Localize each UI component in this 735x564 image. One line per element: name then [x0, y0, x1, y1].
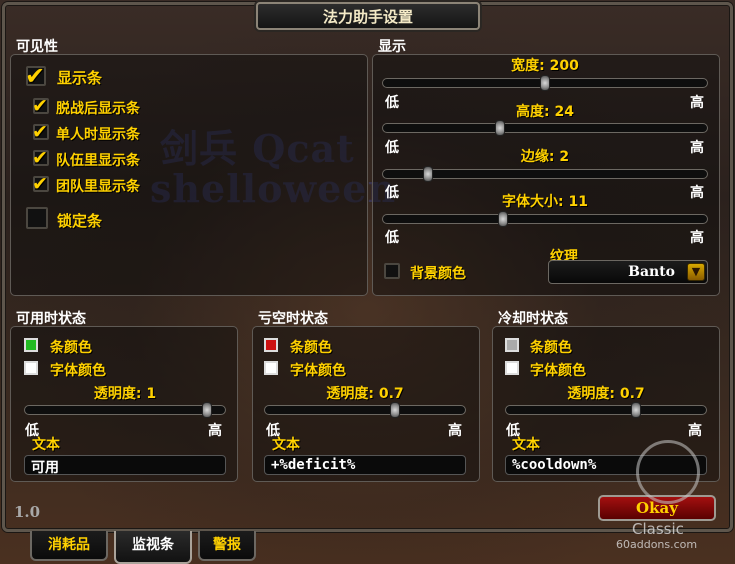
width-slider-label: 宽度: 200	[511, 58, 579, 74]
cooldown-bar-color-label: 条颜色	[530, 340, 572, 356]
party-label: 队伍里显示条	[56, 153, 140, 169]
font-size-slider-thumb[interactable]	[497, 211, 508, 227]
ready-bar-color-label: 条颜色	[50, 340, 92, 356]
logo-text-line-2: 60addons.com	[616, 538, 698, 551]
font-size-slider[interactable]	[382, 211, 708, 227]
width-slider[interactable]	[382, 75, 708, 91]
window-title: 法力助手设置	[256, 2, 480, 30]
deficit-alpha-slider-thumb[interactable]	[390, 402, 400, 418]
ready-state-header: 可用时状态	[16, 311, 86, 327]
deficit-alpha-slider[interactable]	[264, 402, 466, 418]
border-slider-thumb[interactable]	[423, 166, 434, 182]
ready-alpha-label: 透明度: 1	[93, 386, 157, 402]
cooldown-font-color-swatch[interactable]	[505, 361, 519, 375]
ready-alpha-slider-thumb[interactable]	[202, 402, 212, 418]
logo-emblem-icon	[636, 440, 700, 504]
cooldown-high-label: 高	[688, 423, 702, 439]
font-size-high-label: 高	[690, 230, 704, 246]
cooldown-state-header: 冷却时状态	[498, 311, 568, 327]
font-size-low-label: 低	[385, 230, 399, 246]
bg-color-label: 背景颜色	[410, 266, 466, 282]
texture-dropdown-value: Banto	[628, 264, 675, 280]
lock-label: 锁定条	[57, 212, 103, 230]
deficit-state-header: 亏空时状态	[258, 311, 328, 327]
cooldown-alpha-label: 透明度: 0.7	[567, 386, 645, 402]
ready-text-input[interactable]: 可用	[24, 455, 226, 476]
solo-label: 单人时显示条	[56, 127, 140, 143]
ready-font-color-swatch[interactable]	[24, 361, 38, 375]
show-bar-label: 显示条	[57, 69, 103, 87]
deficit-text-input[interactable]: +%deficit%	[264, 455, 466, 475]
deficit-font-color-swatch[interactable]	[264, 361, 278, 375]
lock-checkbox[interactable]	[26, 207, 48, 229]
raid-checkmark-icon: ✔	[32, 173, 48, 195]
ready-alpha-slider[interactable]	[24, 402, 226, 418]
visibility-panel	[10, 54, 368, 296]
cooldown-alpha-slider[interactable]	[505, 402, 707, 418]
solo-checkmark-icon: ✔	[32, 121, 48, 143]
site-logo: Classic 60addons.com	[614, 440, 724, 556]
display-header: 显示	[378, 39, 406, 55]
cooldown-text-label: 文本	[512, 437, 540, 453]
cooldown-bar-color-swatch[interactable]	[505, 338, 519, 352]
tab-alerts[interactable]: 警报	[198, 531, 256, 561]
version-label: 1.0	[14, 503, 41, 521]
font-size-slider-label: 字体大小: 11	[502, 194, 588, 210]
border-slider[interactable]	[382, 166, 708, 182]
deficit-high-label: 高	[448, 423, 462, 439]
bg-color-checkbox[interactable]	[384, 263, 400, 279]
deficit-text-label: 文本	[272, 437, 300, 453]
height-slider-label: 高度: 24	[516, 104, 574, 120]
height-slider-thumb[interactable]	[494, 120, 505, 136]
cooldown-font-color-label: 字体颜色	[530, 363, 586, 379]
after-combat-label: 脱战后显示条	[56, 101, 140, 117]
texture-dropdown[interactable]: Banto ▼	[548, 260, 708, 284]
ready-text-label: 文本	[32, 437, 60, 453]
deficit-bar-color-swatch[interactable]	[264, 338, 278, 352]
raid-label: 团队里显示条	[56, 179, 140, 195]
party-checkmark-icon: ✔	[32, 147, 48, 169]
visibility-header: 可见性	[16, 39, 58, 55]
show-bar-checkmark-icon: ✔	[25, 62, 46, 90]
deficit-font-color-label: 字体颜色	[290, 363, 346, 379]
deficit-bar-color-label: 条颜色	[290, 340, 332, 356]
deficit-alpha-label: 透明度: 0.7	[326, 386, 404, 402]
chevron-down-icon[interactable]: ▼	[687, 263, 705, 281]
logo-text-line-1: Classic	[632, 520, 684, 538]
ready-font-color-label: 字体颜色	[50, 363, 106, 379]
ready-high-label: 高	[208, 423, 222, 439]
height-slider[interactable]	[382, 120, 708, 136]
after-combat-checkmark-icon: ✔	[32, 95, 48, 117]
width-slider-thumb[interactable]	[540, 75, 550, 91]
tab-consumables[interactable]: 消耗品	[30, 531, 108, 561]
tab-monitor-bar[interactable]: 监视条	[114, 531, 192, 564]
border-slider-label: 边缘: 2	[520, 149, 570, 165]
ready-bar-color-swatch[interactable]	[24, 338, 38, 352]
cooldown-alpha-slider-thumb[interactable]	[631, 402, 641, 418]
